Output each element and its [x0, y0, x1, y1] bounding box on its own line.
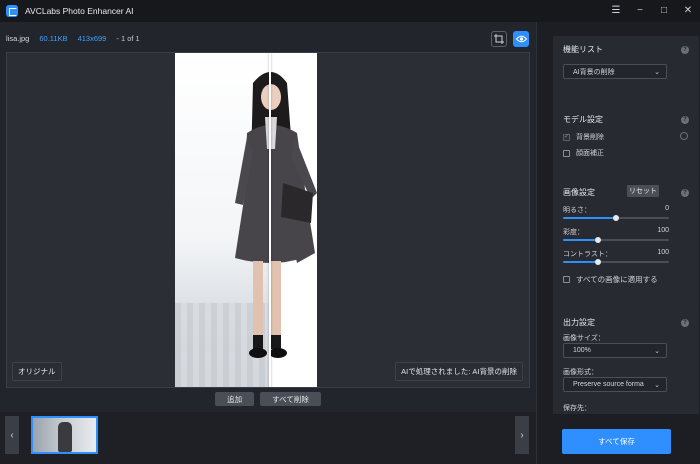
save-destination-label: 保存先： [563, 405, 591, 412]
slider-value: 100 [657, 249, 669, 256]
file-size: 60.11KB [39, 34, 68, 43]
image-settings-title: 画像設定 [563, 188, 595, 197]
thumbnail-item[interactable] [31, 416, 98, 454]
model-option-face-refinement[interactable]: 顔面補正 [563, 148, 604, 158]
eye-icon [515, 35, 527, 43]
processed-label: AIで処理されました: AI背景の削除 [395, 362, 523, 381]
compare-divider[interactable] [268, 53, 271, 387]
image-size-value: 100% [573, 347, 591, 354]
image-size-label: 画像サイズ： [563, 335, 605, 342]
output-settings-title: 出力設定 [563, 318, 595, 327]
close-icon[interactable]: ✕ [682, 0, 694, 22]
slider-fill [563, 239, 598, 241]
settings-panel: 機能リスト ? AI背景の削除 ⌄ モデル設定 ? 背景削除 顔面補正 画像設定… [536, 22, 700, 464]
minimize-icon[interactable]: − [634, 0, 646, 22]
slider-value: 0 [665, 205, 669, 212]
brightness-slider[interactable]: 明るさ： 0 [563, 205, 669, 221]
chevron-down-icon: ⌄ [654, 348, 660, 355]
slider-value: 100 [657, 227, 669, 234]
prev-thumbnail-button[interactable]: ‹ [5, 416, 19, 454]
slider-knob[interactable] [594, 237, 601, 243]
gear-icon[interactable] [680, 132, 688, 140]
slider-track[interactable] [563, 237, 669, 243]
original-label: オリジナル [12, 362, 62, 381]
app-title: AVCLabs Photo Enhancer AI [25, 6, 134, 16]
help-icon[interactable]: ? [681, 189, 689, 197]
slider-knob[interactable] [613, 215, 619, 221]
chevron-down-icon: ⌄ [654, 69, 660, 76]
slider-track[interactable] [563, 215, 669, 221]
preview-toggle-button[interactable] [513, 31, 529, 47]
file-name: lisa.jpg [6, 34, 30, 43]
feature-list-title: 機能リスト [563, 45, 603, 54]
feature-list-card: 機能リスト ? AI背景の削除 ⌄ [553, 36, 699, 110]
apply-all-label: すべての画像に適用する [576, 275, 658, 284]
menu-icon[interactable]: ☰ [610, 0, 622, 22]
queue-actions: 追加 すべて削除 [0, 392, 536, 406]
thumbnail-figure [58, 422, 72, 452]
chevron-down-icon: ⌄ [654, 382, 660, 389]
model-option-label: 顔面補正 [576, 150, 604, 157]
apply-all-option[interactable]: すべての画像に適用する [563, 274, 658, 285]
image-format-value: Preserve source forma [573, 381, 644, 388]
add-button[interactable]: 追加 [215, 392, 255, 406]
crop-icon [494, 34, 504, 44]
saturation-slider[interactable]: 彩度： 100 [563, 227, 669, 243]
maximize-icon[interactable]: □ [658, 0, 670, 22]
image-size-select[interactable]: 100% ⌄ [563, 343, 667, 358]
workspace: lisa.jpg 60.11KB 413x699 - 1 of 1 オリジナル … [0, 22, 536, 464]
app-logo-icon [6, 5, 18, 17]
help-icon[interactable]: ? [681, 116, 689, 124]
slider-fill [563, 261, 598, 263]
crop-button[interactable] [491, 31, 507, 47]
next-thumbnail-button[interactable]: › [515, 416, 529, 454]
contrast-slider[interactable]: コントラスト： 100 [563, 249, 669, 265]
slider-label: 明るさ： [563, 207, 591, 214]
help-icon[interactable]: ? [681, 319, 689, 327]
image-format-label: 画像形式： [563, 369, 598, 376]
checkbox-checked[interactable] [563, 132, 570, 141]
model-settings-card: モデル設定 ? 背景削除 顔面補正 [553, 104, 699, 184]
slider-label: コントラスト： [563, 251, 612, 258]
file-info: lisa.jpg 60.11KB 413x699 - 1 of 1 [6, 34, 140, 43]
checkbox-unchecked[interactable] [563, 149, 570, 157]
slider-fill [563, 217, 616, 219]
checkbox-unchecked[interactable] [563, 276, 570, 283]
slider-knob[interactable] [594, 259, 601, 265]
person-figure [235, 72, 317, 358]
delete-all-button[interactable]: すべて削除 [260, 392, 321, 406]
slider-track[interactable] [563, 259, 669, 265]
reset-button[interactable]: リセット [627, 185, 659, 197]
file-dimensions: 413x699 [77, 34, 107, 43]
slider-label: 彩度： [563, 229, 584, 236]
title-bar: AVCLabs Photo Enhancer AI ☰ − □ ✕ [0, 0, 700, 22]
window-controls: ☰ − □ ✕ [610, 0, 694, 22]
file-counter: - 1 of 1 [116, 34, 140, 43]
thumbnail-strip: ‹ › [0, 412, 536, 464]
image-format-select[interactable]: Preserve source forma ⌄ [563, 377, 667, 392]
preview-photo [175, 53, 317, 387]
model-settings-title: モデル設定 [563, 115, 603, 124]
help-icon[interactable]: ? [681, 46, 689, 54]
save-all-button[interactable]: すべて保存 [562, 429, 671, 454]
model-option-label: 背景削除 [576, 134, 604, 141]
feature-select[interactable]: AI背景の削除 ⌄ [563, 64, 667, 79]
feature-select-value: AI背景の削除 [573, 68, 615, 76]
model-option-background-removal[interactable]: 背景削除 [563, 132, 604, 142]
preview-canvas[interactable]: オリジナル AIで処理されました: AI背景の削除 [6, 52, 530, 388]
output-settings-card: 出力設定 ? 画像サイズ： 100% ⌄ 画像形式： Preserve sour… [553, 309, 699, 429]
image-settings-card: 画像設定 リセット ? 明るさ： 0 彩度： 100 コントラスト： 100 す… [553, 179, 699, 311]
